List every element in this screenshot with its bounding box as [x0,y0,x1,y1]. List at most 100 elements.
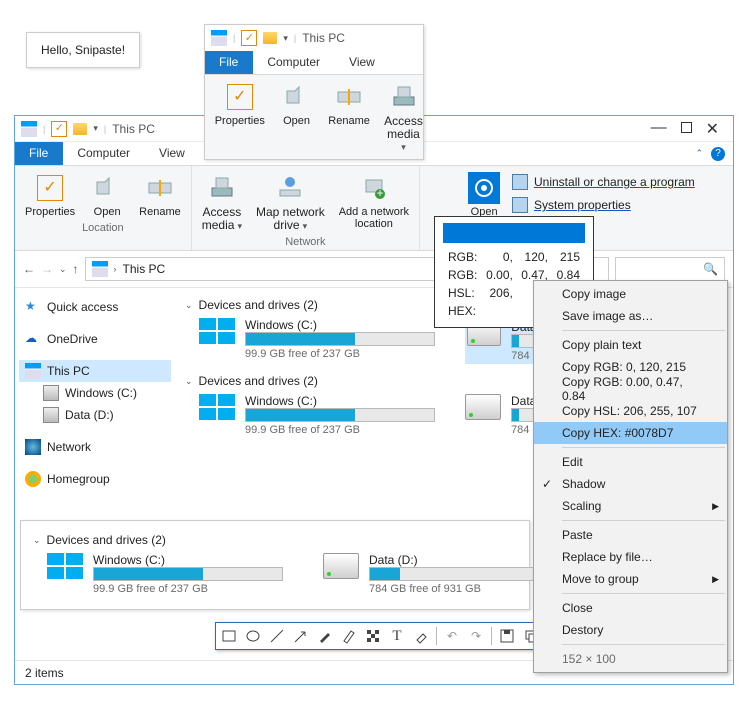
tool-arrow[interactable] [290,625,312,647]
tab-view[interactable]: View [145,142,200,165]
nav-quick-access[interactable]: ★Quick access [19,296,171,318]
drive-free: 784 GB free of 931 GB [369,583,559,595]
uninstall-link[interactable]: Uninstall or change a program [512,172,695,192]
menu-item[interactable]: Replace by file… [534,546,727,568]
divider: | [104,124,106,134]
section-header[interactable]: ⌄Devices and drives (2) [33,533,517,547]
tab-file[interactable]: File [15,142,63,165]
nav-network[interactable]: Network [19,436,171,458]
drive-meter [369,567,559,581]
open-button[interactable]: Open [273,79,321,129]
redo-button[interactable]: ↷ [465,625,487,647]
overflow-icon[interactable]: ▾ [93,123,98,134]
tab-computer[interactable]: Computer [63,142,145,165]
open-button[interactable]: Open [83,170,131,220]
nav-homegroup[interactable]: Homegroup [19,468,171,490]
save-button[interactable] [496,625,518,647]
rename-button[interactable]: Rename [323,79,376,129]
menu-item[interactable]: Shadow✓ [534,473,727,495]
menu-item[interactable]: Copy RGB: 0.00, 0.47, 0.84 [534,378,727,400]
back-button[interactable]: ← [23,262,35,276]
nav-this-pc[interactable]: This PC [19,360,171,382]
add-network-location-button[interactable]: +Add a network location [333,170,415,232]
help-icon[interactable]: ? [711,147,725,161]
close-button[interactable]: ✕ [706,119,719,139]
cloud-icon: ☁ [25,331,41,347]
tool-rect[interactable] [218,625,240,647]
overflow-icon[interactable]: ▾ [283,33,288,44]
group-network: Access media ▾ Map network drive ▾ +Add … [192,166,420,250]
drives-snippet[interactable]: ⌄Devices and drives (2) Windows (C:) 99.… [20,520,530,610]
menu-item[interactable]: Edit [534,451,727,473]
menu-item[interactable]: Close [534,597,727,619]
menu-item[interactable]: Move to group▶ [534,568,727,590]
nav-drive-d[interactable]: Data (D:) [19,404,171,426]
tool-text[interactable]: T [386,625,408,647]
rename-button[interactable]: Rename [133,170,187,220]
menu-item[interactable]: Copy plain text [534,334,727,356]
divider: | [43,124,45,134]
nav-pane: ★Quick access ☁OneDrive This PC Windows … [15,288,175,682]
menu-footer: 152 × 100 [534,648,727,670]
drive-name: Windows (C:) [245,318,435,332]
menu-item[interactable]: Copy HSL: 206, 255, 107 [534,400,727,422]
tool-pen[interactable] [314,625,336,647]
folder-icon [263,32,277,44]
menu-item[interactable]: Scaling▶ [534,495,727,517]
sticky-note[interactable]: Hello, Snipaste! [26,32,140,68]
hdd-icon [465,394,501,420]
drive-item[interactable]: Windows (C:) 99.9 GB free of 237 GB [47,553,283,595]
drive-name: Windows (C:) [245,394,435,408]
group-label: Location [82,222,124,234]
drive-item[interactable]: Windows (C:) 99.9 GB free of 237 GB [199,318,435,364]
menu-item[interactable]: Copy HEX: #0078D7 [534,422,727,444]
forward-button[interactable]: → [41,262,53,276]
tab-file[interactable]: File [205,51,253,74]
nav-drive-c[interactable]: Windows (C:) [19,382,171,404]
drive-name: Windows (C:) [93,553,283,567]
system-properties-link[interactable]: System properties [512,195,695,215]
menu-item[interactable]: Destory [534,619,727,641]
drive-free: 99.9 GB free of 237 GB [93,583,283,595]
windows-icon [47,553,83,579]
properties-button[interactable]: ✓Properties [19,170,81,220]
tool-mosaic[interactable] [362,625,384,647]
breadcrumb-item[interactable]: This PC [123,262,166,276]
folder-icon [73,123,87,135]
tool-eraser[interactable] [410,625,432,647]
access-media-button[interactable]: Access media ▾ [378,79,430,155]
maximize-button[interactable] [681,122,692,133]
minimize-button[interactable]: — [651,119,667,139]
tab-view[interactable]: View [335,51,390,74]
windows-icon [199,394,235,420]
pc-icon [92,261,108,277]
tool-marker[interactable] [338,625,360,647]
tab-computer[interactable]: Computer [253,51,335,74]
floating-explorer-snippet[interactable]: | ✓ ▾ | This PC File Computer View ✓Prop… [204,24,424,160]
drive-item[interactable]: Windows (C:) 99.9 GB free of 237 GB [199,394,435,436]
up-button[interactable]: ↑ [73,262,79,276]
context-menu: Copy imageSave image as… Copy plain text C… [533,280,728,673]
color-swatch [443,223,585,243]
history-dropdown[interactable]: ⌄ [59,264,67,275]
pc-icon [25,363,41,379]
map-network-drive-button[interactable]: Map network drive ▾ [250,170,331,234]
menu-item[interactable]: Save image as… [534,305,727,327]
drive-meter [245,408,435,422]
svg-text:+: + [376,186,383,200]
tool-line[interactable] [266,625,288,647]
tool-ellipse[interactable] [242,625,264,647]
properties-button[interactable]: ✓Properties [209,79,271,129]
window-title: This PC [112,122,155,136]
system-icon [512,197,528,213]
menu-item[interactable]: Paste [534,524,727,546]
nav-onedrive[interactable]: ☁OneDrive [19,328,171,350]
collapse-ribbon-icon[interactable]: ⌃ [695,148,703,159]
access-media-button[interactable]: Access media ▾ [196,170,248,234]
undo-button[interactable]: ↶ [441,625,463,647]
search-box[interactable]: 🔍 [615,257,725,281]
drive-item[interactable]: Data (D:) 784 GB free of 931 GB [323,553,559,595]
hdd-icon [323,553,359,579]
windows-icon [199,318,235,344]
menu-item[interactable]: Copy image [534,283,727,305]
